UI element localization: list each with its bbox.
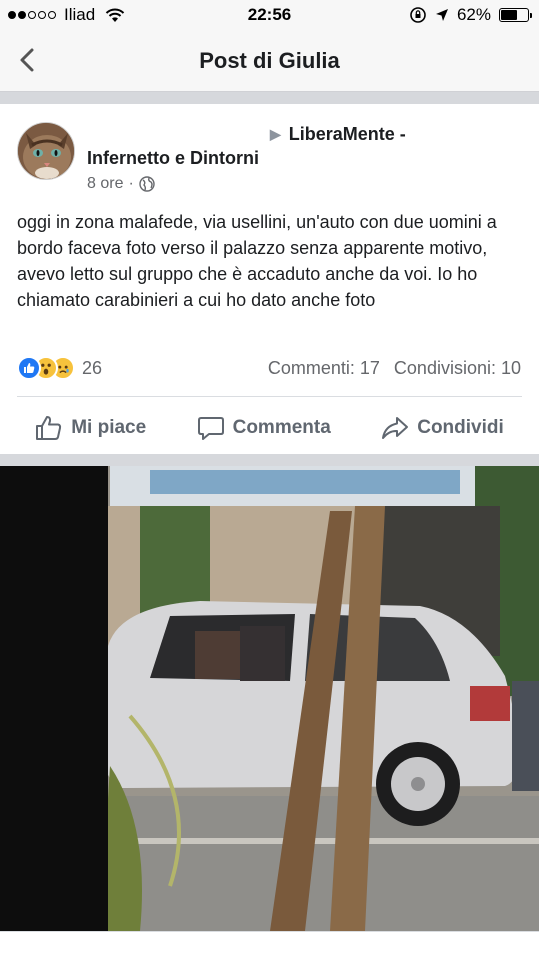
battery-icon [499,8,532,22]
group-name-line2[interactable]: Infernetto e Dintorni [87,148,259,169]
share-label: Condividi [417,417,504,438]
group-name-line1[interactable]: ▶ LiberaMente - [270,124,406,145]
avatar[interactable] [17,122,75,180]
thumbs-up-icon [36,416,62,440]
share-button[interactable]: Condividi [381,408,504,448]
shares-count[interactable]: Condivisioni: 10 [394,358,521,379]
cat-avatar-image [18,123,74,179]
status-right: 62% [409,5,532,25]
post-time[interactable]: 8 ore [87,175,123,193]
photo-separator [0,454,539,466]
group-name-text: LiberaMente - [288,124,406,144]
status-bar: Iliad 22:56 62% [0,0,539,30]
battery-percent: 62% [456,5,491,24]
post-photo[interactable] [0,466,539,931]
feed-separator [0,92,539,104]
bottom-bar [0,931,539,960]
reactions-summary[interactable]: 26 [17,356,102,380]
like-label: Mi piace [71,417,147,438]
share-arrow-icon [382,417,409,439]
comments-count[interactable]: Commenti: 17 [268,358,380,379]
comment-bubble-icon [197,417,224,440]
post-body-text: oggi in zona malafede, via usellini, un'… [17,212,497,310]
shared-to-arrow-icon: ▶ [270,126,281,142]
page-title: Post di Giulia [199,48,340,73]
post-stats: Commenti: 17 Condivisioni: 10 [268,358,521,379]
car-photo-image [0,466,539,931]
comment-button[interactable]: Commenta [197,408,331,448]
globe-icon [139,176,155,192]
post-actions: Mi piace Commenta Condividi [0,408,539,448]
nav-header: Post di Giulia [0,30,539,92]
orientation-lock-icon [410,7,426,23]
reaction-count: 26 [82,357,103,378]
meta-separator: · [128,175,134,192]
post-meta: 8 ore · [87,175,155,193]
comment-label: Commenta [232,417,331,438]
location-arrow-icon [435,9,448,21]
like-reaction-icon [17,356,41,380]
actions-divider [17,396,522,397]
like-button[interactable]: Mi piace [35,408,146,448]
